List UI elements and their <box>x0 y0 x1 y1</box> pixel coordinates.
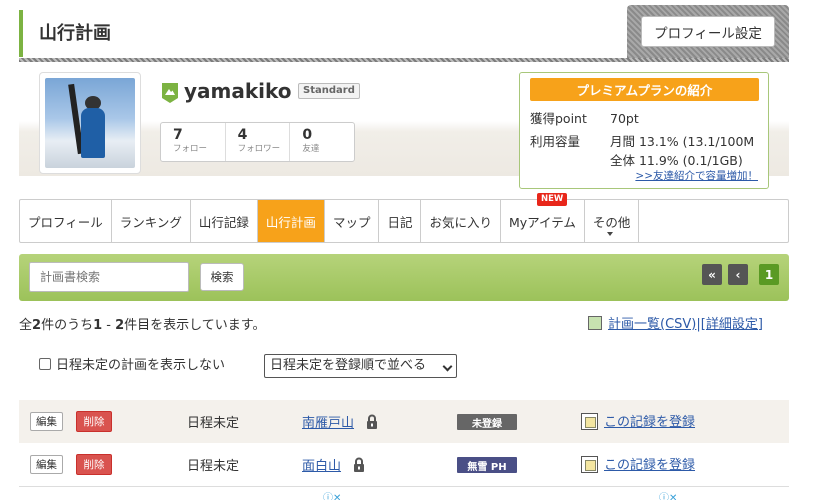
avatar-person <box>81 108 105 158</box>
result-summary: 全2件のうち1 - 2件目を表示しています。 <box>19 314 265 333</box>
summary-from: 1 <box>93 318 103 333</box>
stat-label: フォロー <box>173 144 208 154</box>
mountain-link[interactable]: 南雁戸山 <box>302 412 354 431</box>
mountain-user-icon <box>162 83 178 103</box>
date-cell: 日程未定 <box>187 416 240 431</box>
current-page[interactable]: 1 <box>759 264 779 285</box>
tab-plans[interactable]: 山行計画 <box>257 200 325 242</box>
hide-undated-checkbox[interactable] <box>39 357 51 370</box>
csv-icon <box>588 316 602 330</box>
summary-dash: - <box>102 318 116 333</box>
premium-box: プレミアムプランの紹介 獲得point 70pt 利用容量 月間 13.1% (13… <box>519 72 769 189</box>
profile-settings-tab: プロフィール設定 <box>627 5 789 58</box>
title-accent <box>19 10 23 57</box>
prev-page-button[interactable]: ‹ <box>728 264 748 285</box>
summary-total: 2 <box>32 318 42 333</box>
friend-referral-link[interactable]: >>友達紹介で容量増加！ <box>635 168 758 183</box>
nav-tabs: プロフィール ランキング 山行記録 山行計画 マップ 日記 お気に入り NEW … <box>19 193 789 243</box>
tab-my-items[interactable]: NEW Myアイテム <box>501 193 585 242</box>
storage-total: 全体 11.9% (0.1/1GB) <box>610 153 743 168</box>
register-icon <box>581 413 598 430</box>
summary-to: 2 <box>115 318 125 333</box>
sort-select-value: 日程未定を登録順で並べる <box>270 358 427 373</box>
search-bar: 検索 « ‹ 1 <box>19 254 789 301</box>
new-badge: NEW <box>536 193 568 206</box>
plan-search-input[interactable] <box>29 262 189 292</box>
tab-favorites[interactable]: お気に入り <box>421 200 501 242</box>
status-badge: 無雪 PH <box>457 457 517 473</box>
summary-mid: 件のうち <box>41 318 94 333</box>
hide-undated-label: 日程未定の計画を表示しない <box>56 358 226 373</box>
stat-label: 友達 <box>302 144 320 154</box>
chevron-down-icon <box>606 232 613 236</box>
stat-label: フォロワー <box>237 144 281 154</box>
stat-count: 0 <box>302 127 313 143</box>
points-value: 70pt <box>610 111 639 126</box>
ad-info-close-icon[interactable]: ⓘ✕ <box>323 489 341 500</box>
stat-follow[interactable]: 7 フォロー <box>161 123 226 161</box>
points-row: 獲得point 70pt <box>530 108 639 127</box>
register-record: この記録を登録 <box>581 411 695 430</box>
edit-button[interactable]: 編集 <box>30 412 63 431</box>
avatar-photo <box>45 78 135 168</box>
tab-ranking[interactable]: ランキング <box>112 200 191 242</box>
first-page-button[interactable]: « <box>702 264 722 285</box>
register-record: この記録を登録 <box>581 454 695 473</box>
detail-settings-link[interactable]: [詳細設定] <box>701 317 763 332</box>
edit-button[interactable]: 編集 <box>30 455 63 474</box>
storage-row: 利用容量 月間 13.1% (13.1/100M <box>530 131 754 150</box>
stat-friends[interactable]: 0 友達 <box>290 123 354 161</box>
delete-button[interactable]: 削除 <box>76 454 112 475</box>
table-row: 編集 削除 日程未定 面白山 無雪 PH この記録を登録 <box>19 443 789 486</box>
page-title: 山行計画 <box>39 23 111 44</box>
tab-my-items-label: Myアイテム <box>508 214 576 230</box>
register-icon <box>581 456 598 473</box>
summary-prefix: 全 <box>19 318 33 333</box>
avatar[interactable] <box>39 72 141 174</box>
tab-map[interactable]: マップ <box>325 200 380 242</box>
lock-icon <box>354 457 364 472</box>
storage-monthly: 月間 13.1% (13.1/100M <box>610 134 755 149</box>
username: yamakiko <box>184 79 292 103</box>
date-cell: 日程未定 <box>187 459 240 474</box>
profile-settings-button[interactable]: プロフィール設定 <box>641 16 775 47</box>
stat-count: 7 <box>173 127 183 143</box>
status-badge: 未登録 <box>457 414 517 430</box>
plan-badge: Standard <box>298 83 360 99</box>
ad-strip: ⓘ✕ ⓘ✕ <box>19 486 789 500</box>
mountain-link[interactable]: 面白山 <box>302 455 341 474</box>
delete-button[interactable]: 削除 <box>76 411 112 432</box>
stats-box: 7 フォロー 4 フォロワー 0 友達 <box>160 122 355 162</box>
csv-links: 計画一覧(CSV)|[詳細設定] <box>588 313 763 332</box>
tab-more-label: その他 <box>592 214 631 230</box>
stat-count: 4 <box>237 127 248 143</box>
points-label: 獲得point <box>530 111 587 126</box>
tab-diary[interactable]: 日記 <box>379 200 422 242</box>
tab-profile[interactable]: プロフィール <box>20 200 112 242</box>
chevron-down-icon <box>442 361 453 372</box>
storage-label: 利用容量 <box>530 134 581 149</box>
tab-records[interactable]: 山行記録 <box>191 200 258 242</box>
register-record-link[interactable]: この記録を登録 <box>604 458 695 473</box>
header-stripe <box>19 58 789 62</box>
lock-icon <box>367 414 377 429</box>
stat-followers[interactable]: 4 フォロワー <box>226 123 291 161</box>
search-button[interactable]: 検索 <box>200 263 244 291</box>
csv-export-link[interactable]: 計画一覧(CSV) <box>608 317 696 332</box>
table-row: 編集 削除 日程未定 南雁戸山 未登録 この記録を登録 <box>19 400 789 443</box>
register-record-link[interactable]: この記録を登録 <box>604 415 695 430</box>
tab-more[interactable]: その他 <box>585 200 640 242</box>
filter-row: 日程未定の計画を表示しない <box>39 354 225 373</box>
sort-select[interactable]: 日程未定を登録順で並べる <box>264 354 457 378</box>
summary-suffix: 件目を表示しています。 <box>124 318 266 333</box>
page-header: 山行計画 プロフィール設定 <box>19 5 789 62</box>
ad-info-close-icon[interactable]: ⓘ✕ <box>659 489 677 500</box>
premium-header-button[interactable]: プレミアムプランの紹介 <box>530 78 759 101</box>
